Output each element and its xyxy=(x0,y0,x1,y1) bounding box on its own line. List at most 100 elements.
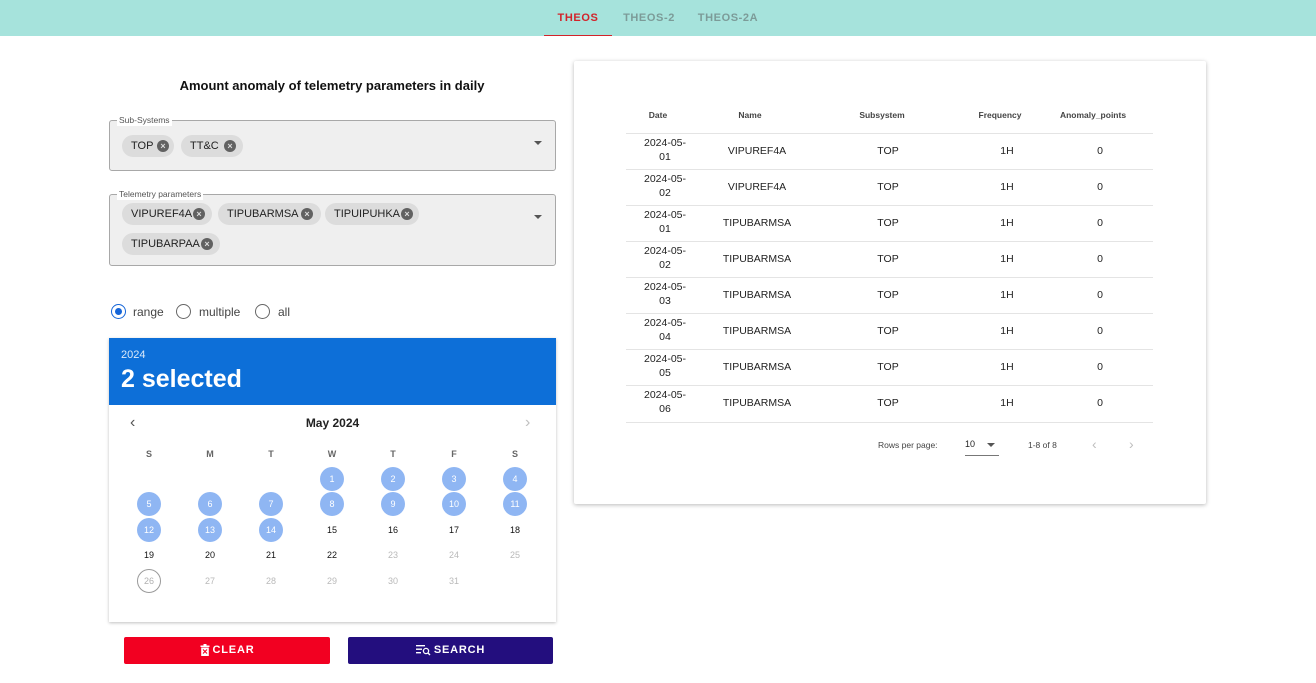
calendar-day-17[interactable]: 17 xyxy=(442,518,466,542)
cancel-circle-icon[interactable]: × xyxy=(224,140,236,152)
calendar-day-20[interactable]: 20 xyxy=(198,543,222,567)
cell-subsystem: TOP xyxy=(877,145,899,157)
calendar-day-11[interactable]: 11 xyxy=(503,492,527,516)
cell-subsystem: TOP xyxy=(877,217,899,229)
column-header-date[interactable]: Date xyxy=(644,110,672,120)
calendar-day-1[interactable]: 1 xyxy=(320,467,344,491)
cancel-circle-icon[interactable]: × xyxy=(401,208,413,220)
rows-per-page-select[interactable]: 10 xyxy=(965,439,975,449)
column-header-anomaly-points[interactable]: Anomaly_points xyxy=(1054,110,1132,120)
row-divider xyxy=(626,169,1153,170)
cancel-circle-icon[interactable]: × xyxy=(193,208,205,220)
cancel-circle-icon[interactable]: × xyxy=(201,238,213,250)
calendar-day-5[interactable]: 5 xyxy=(137,492,161,516)
tab-theos-2[interactable]: THEOS-2 xyxy=(614,0,684,36)
clear-button[interactable]: CLEAR xyxy=(124,637,330,664)
calendar-day-4[interactable]: 4 xyxy=(503,467,527,491)
calendar-day-30: 30 xyxy=(387,576,398,586)
cell-anomaly: 0 xyxy=(1097,181,1103,193)
calendar-day-10[interactable]: 10 xyxy=(442,492,466,516)
cell-name: TIPUBARMSA xyxy=(722,361,792,373)
calendar-day-2[interactable]: 2 xyxy=(381,467,405,491)
cell-frequency: 1H xyxy=(1000,217,1014,229)
weekday-label: S xyxy=(145,449,152,459)
calendar-day-7[interactable]: 7 xyxy=(259,492,283,516)
column-header-subsystem[interactable]: Subsystem xyxy=(852,110,912,120)
clear-button-label: CLEAR xyxy=(212,644,255,656)
radio-multiple-label[interactable]: multiple xyxy=(199,305,240,319)
weekday-label: S xyxy=(511,449,518,459)
cell-frequency: 1H xyxy=(1000,397,1014,409)
calendar-day-16[interactable]: 16 xyxy=(381,518,405,542)
calendar-day-8[interactable]: 8 xyxy=(320,492,344,516)
radio-all-label[interactable]: all xyxy=(278,305,290,319)
row-divider xyxy=(626,422,1153,423)
calendar-day-23: 23 xyxy=(387,550,398,560)
cell-frequency: 1H xyxy=(1000,361,1014,373)
calendar-day-27: 27 xyxy=(204,576,215,586)
cancel-circle-icon[interactable]: × xyxy=(157,140,169,152)
chevron-left-icon[interactable]: ‹ xyxy=(1092,436,1097,452)
cancel-circle-icon[interactable]: × xyxy=(301,208,313,220)
calendar-day-22[interactable]: 22 xyxy=(320,543,344,567)
row-divider xyxy=(626,241,1153,242)
arrow-drop-down-icon[interactable] xyxy=(987,443,995,447)
chip-telemetry-tipubarmsa: TIPUBARMSA × xyxy=(218,203,321,225)
calendar-day-21[interactable]: 21 xyxy=(259,543,283,567)
chevron-right-icon[interactable]: › xyxy=(525,414,530,432)
cell-name: VIPUREF4A xyxy=(727,145,787,157)
cell-anomaly: 0 xyxy=(1097,253,1103,265)
row-divider xyxy=(626,277,1153,278)
arrow-drop-down-icon[interactable] xyxy=(534,141,542,145)
top-navigation-bar: THEOS THEOS-2 THEOS-2A xyxy=(0,0,1316,36)
weekday-label: W xyxy=(327,449,337,459)
tab-theos[interactable]: THEOS xyxy=(544,0,612,36)
cell-date: 2024-05- 02 xyxy=(634,244,696,272)
chevron-right-icon[interactable]: › xyxy=(1129,436,1134,452)
cell-name: TIPUBARMSA xyxy=(722,253,792,265)
calendar-day-15[interactable]: 15 xyxy=(320,518,344,542)
cell-subsystem: TOP xyxy=(877,181,899,193)
cell-date: 2024-05- 02 xyxy=(634,172,696,200)
pagination-range: 1-8 of 8 xyxy=(1028,440,1057,450)
tab-theos-2a[interactable]: THEOS-2A xyxy=(690,0,766,36)
radio-range[interactable] xyxy=(111,304,126,319)
radio-multiple[interactable] xyxy=(176,304,191,319)
calendar-day-14[interactable]: 14 xyxy=(259,518,283,542)
column-header-name[interactable]: Name xyxy=(730,110,770,120)
cell-date-line-2: 02 xyxy=(659,259,671,271)
cell-frequency: 1H xyxy=(1000,181,1014,193)
chip-label: TIPUBARMSA xyxy=(227,208,299,220)
column-header-frequency[interactable]: Frequency xyxy=(972,110,1028,120)
calendar-day-31: 31 xyxy=(448,576,459,586)
chip-label: TIPUIPUHKA xyxy=(334,208,401,220)
telemetry-parameters-select[interactable]: Telemetry parameters VIPUREF4A × TIPUBAR… xyxy=(109,188,556,266)
cell-date: 2024-05- 04 xyxy=(634,316,696,344)
cell-date-line-1: 2024-05- xyxy=(643,209,687,221)
chip-telemetry-vipuref4a: VIPUREF4A × xyxy=(122,203,212,225)
cell-name: VIPUREF4A xyxy=(727,181,787,193)
cell-date-line-1: 2024-05- xyxy=(643,389,687,401)
calendar-day-19[interactable]: 19 xyxy=(137,543,161,567)
row-divider xyxy=(626,133,1153,134)
calendar-day-13[interactable]: 13 xyxy=(198,518,222,542)
search-button[interactable]: SEARCH xyxy=(348,637,553,664)
cell-frequency: 1H xyxy=(1000,145,1014,157)
radio-range-label[interactable]: range xyxy=(133,305,164,319)
calendar-day-18[interactable]: 18 xyxy=(503,518,527,542)
cell-name: TIPUBARMSA xyxy=(722,325,792,337)
cell-subsystem: TOP xyxy=(877,361,899,373)
cell-date: 2024-05- 01 xyxy=(634,136,696,164)
cell-anomaly: 0 xyxy=(1097,397,1103,409)
calendar-day-6[interactable]: 6 xyxy=(198,492,222,516)
calendar-day-12[interactable]: 12 xyxy=(137,518,161,542)
calendar-year[interactable]: 2024 xyxy=(121,349,145,361)
subsystems-select[interactable]: Sub-Systems TOP × TT&C × xyxy=(109,114,556,171)
arrow-drop-down-icon[interactable] xyxy=(534,215,542,219)
chip-label: TOP xyxy=(131,140,154,152)
row-divider xyxy=(626,349,1153,350)
calendar-day-9[interactable]: 9 xyxy=(381,492,405,516)
chip-subsystem-ttc: TT&C × xyxy=(181,135,243,157)
calendar-day-3[interactable]: 3 xyxy=(442,467,466,491)
radio-all[interactable] xyxy=(255,304,270,319)
